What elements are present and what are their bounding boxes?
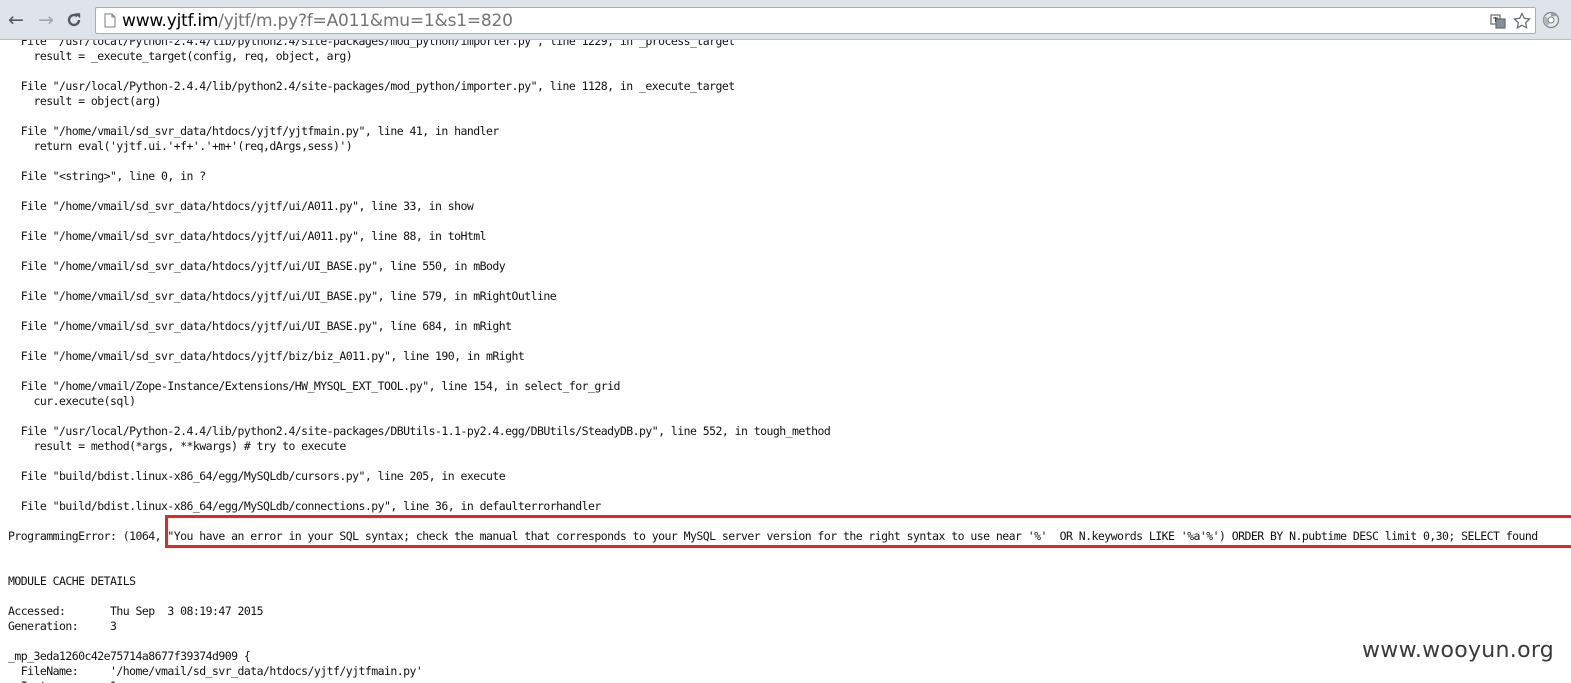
traceback-line: cur.execute(sql)	[8, 394, 136, 408]
traceback-line: File "/home/vmail/sd_svr_data/htdocs/yjt…	[8, 259, 506, 273]
traceback-line: File "/home/vmail/sd_svr_data/htdocs/yjt…	[8, 289, 557, 303]
traceback-line: File "/usr/local/Python-2.4.4/lib/python…	[8, 79, 735, 93]
chrome-menu-icon[interactable]	[1541, 10, 1561, 30]
translate-icon[interactable]	[1489, 12, 1507, 30]
forward-arrow-icon[interactable]: →	[34, 8, 58, 32]
traceback-line: _mp_3eda1260c42e75714a8677f39374d909 {	[8, 649, 251, 663]
traceback-line: File "/home/vmail/sd_svr_data/htdocs/yjt…	[8, 319, 512, 333]
traceback-line: File "/home/vmail/sd_svr_data/htdocs/yjt…	[8, 124, 500, 138]
traceback-line: File "/home/vmail/sd_svr_data/htdocs/yjt…	[8, 199, 474, 213]
watermark: www.wooyun.org	[1362, 638, 1555, 663]
page-icon	[102, 13, 118, 29]
traceback-line: File "/home/vmail/Zope-Instance/Extensio…	[8, 379, 621, 393]
traceback-line: Generation: 3	[8, 619, 117, 633]
traceback-line: result = _execute_target(config, req, ob…	[8, 49, 353, 63]
traceback-line: result = method(*args, **kwargs) # try t…	[8, 439, 346, 453]
url-text[interactable]: www.yjtf.im/yjtf/m.py?f=A011&mu=1&s1=820	[122, 11, 513, 31]
traceback-line: File "/home/vmail/sd_svr_data/htdocs/yjt…	[8, 229, 487, 243]
traceback-line: File "build/bdist.linux-x86_64/egg/MySQL…	[8, 499, 602, 513]
traceback-line: File "<string>", line 0, in ?	[8, 169, 206, 183]
omnibox-actions	[1489, 10, 1531, 31]
back-arrow-icon[interactable]: ←	[4, 8, 28, 32]
reload-arrow-svg	[67, 13, 81, 27]
traceback-line: result = object(arg)	[8, 94, 161, 108]
traceback-line: MODULE CACHE DETAILS	[8, 574, 136, 588]
traceback-content: File "/usr/local/Python-2.4.4/lib/python…	[0, 40, 1571, 683]
traceback-line: File "build/bdist.linux-x86_64/egg/MySQL…	[8, 469, 506, 483]
traceback-line: File "/usr/local/Python-2.4.4/lib/python…	[8, 40, 735, 48]
url-path: /yjtf/m.py?f=A011&mu=1&s1=820	[218, 10, 513, 31]
error-highlight-box	[165, 515, 1571, 548]
url-host: www.yjtf.im	[122, 10, 219, 31]
traceback-line: Instance: 1	[8, 679, 117, 683]
bookmark-star-icon[interactable]	[1513, 11, 1531, 30]
browser-toolbar: ← → www.yjtf.im/yjtf/m.py?f=A011&mu=1&s1…	[0, 0, 1571, 40]
traceback-line: return eval('yjtf.ui.'+f+'.'+m+'(req,dAr…	[8, 139, 353, 153]
reload-icon[interactable]	[62, 8, 86, 32]
address-bar[interactable]: www.yjtf.im/yjtf/m.py?f=A011&mu=1&s1=820	[95, 7, 1536, 34]
traceback-line: File "/home/vmail/sd_svr_data/htdocs/yjt…	[8, 349, 525, 363]
traceback-line: FileName: '/home/vmail/sd_svr_data/htdoc…	[8, 664, 423, 678]
traceback-line: File "/usr/local/Python-2.4.4/lib/python…	[8, 424, 831, 438]
traceback-line: Accessed: Thu Sep 3 08:19:47 2015	[8, 604, 264, 618]
